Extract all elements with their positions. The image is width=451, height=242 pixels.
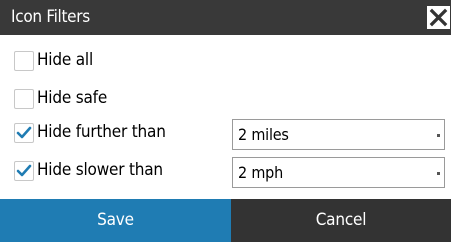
hide-further-label: Hide further than [37,122,166,142]
cancel-button-label: Cancel [315,210,367,230]
dialog-title: Icon Filters [11,7,90,27]
filter-row-hide-all: Hide all [0,47,451,77]
speed-select-value: 2 mph [238,163,284,182]
save-button-label: Save [97,210,134,230]
checkmark-icon [16,164,32,177]
hide-all-label: Hide all [37,50,94,70]
dropdown-arrow-icon [437,134,440,137]
filter-row-hide-slower: Hide slower than 2 mph [0,157,451,190]
save-button[interactable]: Save [0,199,231,242]
filter-row-hide-further: Hide further than 2 miles [0,119,451,152]
filter-row-hide-safe: Hide safe [0,85,451,115]
checkmark-icon [16,126,32,139]
hide-further-checkbox[interactable] [14,123,34,143]
speed-select[interactable]: 2 mph [232,157,445,188]
hide-safe-label: Hide safe [37,88,108,108]
hide-all-checkbox[interactable] [14,51,34,71]
close-button[interactable] [427,6,450,29]
close-icon [429,8,448,27]
icon-filters-dialog: Icon Filters Hide all Hide safe Hide fur… [0,0,451,242]
distance-select[interactable]: 2 miles [232,119,445,150]
dropdown-arrow-icon [437,172,440,175]
hide-slower-label: Hide slower than [37,160,163,180]
distance-select-value: 2 miles [238,125,289,144]
title-bar: Icon Filters [0,0,451,35]
hide-safe-checkbox[interactable] [14,89,34,109]
cancel-button[interactable]: Cancel [231,199,451,242]
hide-slower-checkbox[interactable] [14,161,34,181]
